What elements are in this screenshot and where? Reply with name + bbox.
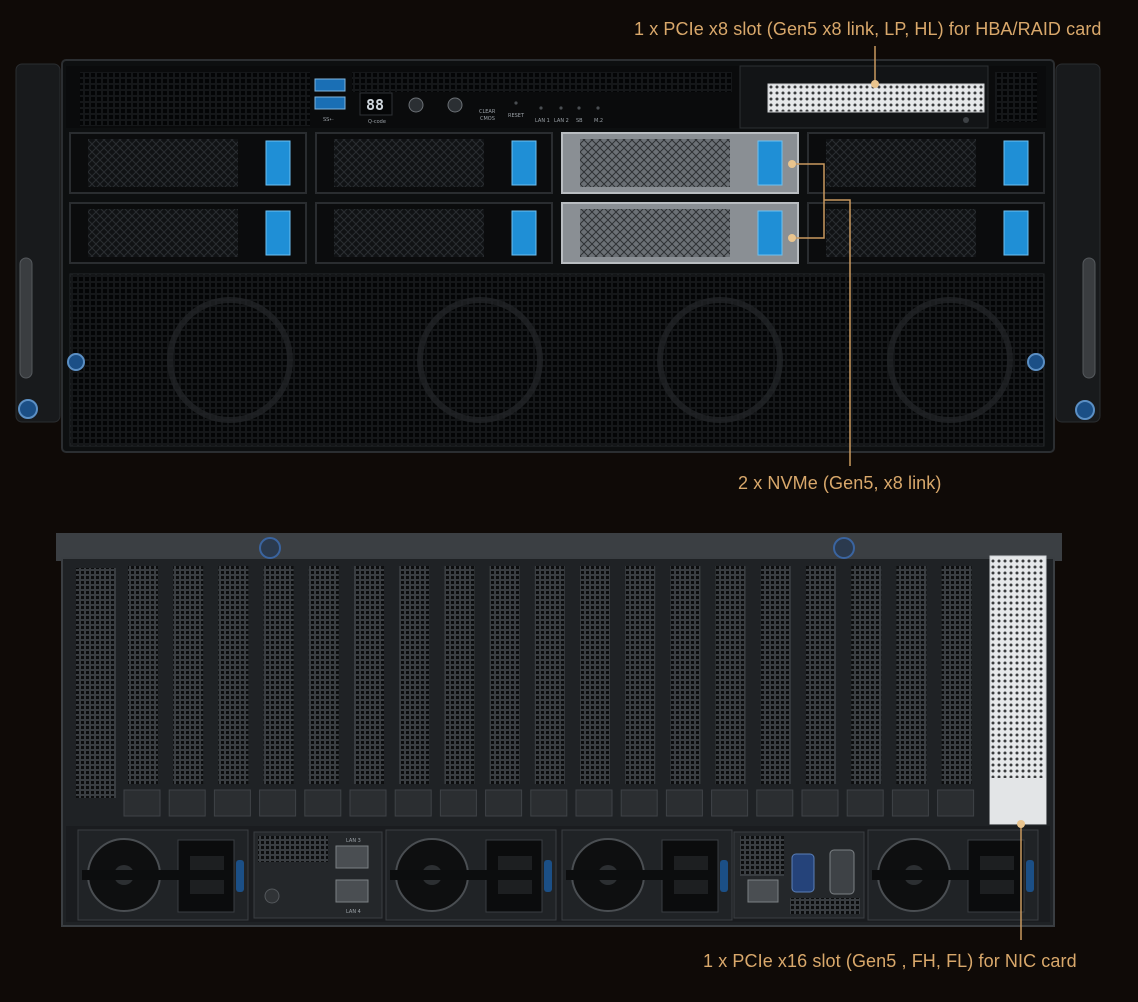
clear-cmos-label-line2: CMOS [480,116,495,122]
pcie-slot-bracket [123,566,161,817]
rear-thumbscrew-right[interactable] [833,537,855,559]
power-supply[interactable] [385,829,557,921]
pcie-slot-bracket [937,566,975,817]
front-thumbscrew-left-upper[interactable] [67,353,85,371]
front-thumbscrew-right-lower[interactable] [1075,400,1095,420]
server-illustration: SS⇠ 88 Q-code CLEAR CMOS RESET LAN 1 LAN… [15,46,1101,940]
drive-latch[interactable] [757,140,783,186]
pcie-slot-bracket [168,566,206,817]
pcie-slot-bracket [846,566,884,817]
drive-latch[interactable] [757,210,783,256]
vga-port[interactable] [791,853,815,893]
power-supply[interactable] [77,829,249,921]
lan-port-4[interactable] [335,879,369,903]
pcie-slot-bracket [620,566,658,817]
qcode-digits: 88 [366,96,384,114]
pcie-slot-bracket [711,566,749,817]
pcie-slot-bracket [349,566,387,817]
callout-hba-raid-slot: 1 x PCIe x8 slot (Gen5 x8 link, LP, HL) … [634,19,1102,39]
led-label-m2: M.2 [594,118,603,124]
drive-bay[interactable] [315,132,553,194]
leader-dot-nvme-lower [788,234,796,242]
power-supply[interactable] [561,829,733,921]
pcie-slot-bracket [530,566,568,817]
rear-thumbscrew-left[interactable] [259,537,281,559]
serial-port[interactable] [829,849,855,895]
pcie-slot-bracket [259,566,297,817]
callout-nic-slot: 1 x PCIe x16 slot (Gen5 , FH, FL) for NI… [703,951,1077,971]
drive-bay[interactable] [807,132,1045,194]
nvme-drive-bay[interactable] [561,132,799,194]
leader-dot-nvme-upper [788,160,796,168]
led-label-lan1: LAN 1 [535,118,550,124]
hba-raid-pcie-bracket[interactable] [767,83,985,113]
drive-latch[interactable] [511,140,537,186]
nvme-drive-bay[interactable] [561,202,799,264]
drive-bay[interactable] [807,202,1045,264]
pcie-slot-bracket [801,566,839,817]
drive-bay[interactable] [315,202,553,264]
pcie-slot-bracket [485,566,523,817]
pcie-slot-bracket [213,566,251,817]
lan-port-3[interactable] [335,845,369,869]
pcie-slot-bracket [394,566,432,817]
callout-nvme: 2 x NVMe (Gen5, x8 link) [738,473,942,493]
pcie-slot-bracket [891,566,929,817]
lan4-label: LAN 4 [346,909,361,915]
drive-latch[interactable] [511,210,537,256]
leader-dot-hba-raid [871,80,879,88]
drive-latch[interactable] [1003,140,1029,186]
front-thumbscrew-right-upper[interactable] [1027,353,1045,371]
front-thumbscrew-left-lower[interactable] [18,399,38,419]
lan3-label: LAN 3 [346,838,361,844]
rear-chassis [56,533,1062,927]
power-supply[interactable] [867,829,1039,921]
pcie-slot-bracket [439,566,477,817]
led-label-lan2: LAN 2 [554,118,569,124]
led-label-sb: SB [576,118,583,124]
clear-cmos-label-line1: CLEAR [479,109,496,115]
drive-latch[interactable] [265,210,291,256]
drive-latch[interactable] [1003,210,1029,256]
qcode-label: Q-code [368,119,386,125]
drive-bay[interactable] [69,132,307,194]
pcie-slot-bracket [756,566,794,817]
drive-latch[interactable] [265,140,291,186]
pcie-slot-bracket [304,566,342,817]
pcie-slot-bracket [665,566,703,817]
usb-port-top[interactable] [314,78,346,92]
leader-dot-nic [1017,820,1025,828]
drive-bay[interactable] [69,202,307,264]
usb-port-bottom[interactable] [314,96,346,110]
mgmt-lan-port[interactable] [747,879,779,903]
usb-label: SS⇠ [323,117,334,123]
reset-label: RESET [508,113,525,119]
power-button[interactable] [408,97,424,113]
pcie-slot-bracket [575,566,613,817]
id-button[interactable] [447,97,463,113]
